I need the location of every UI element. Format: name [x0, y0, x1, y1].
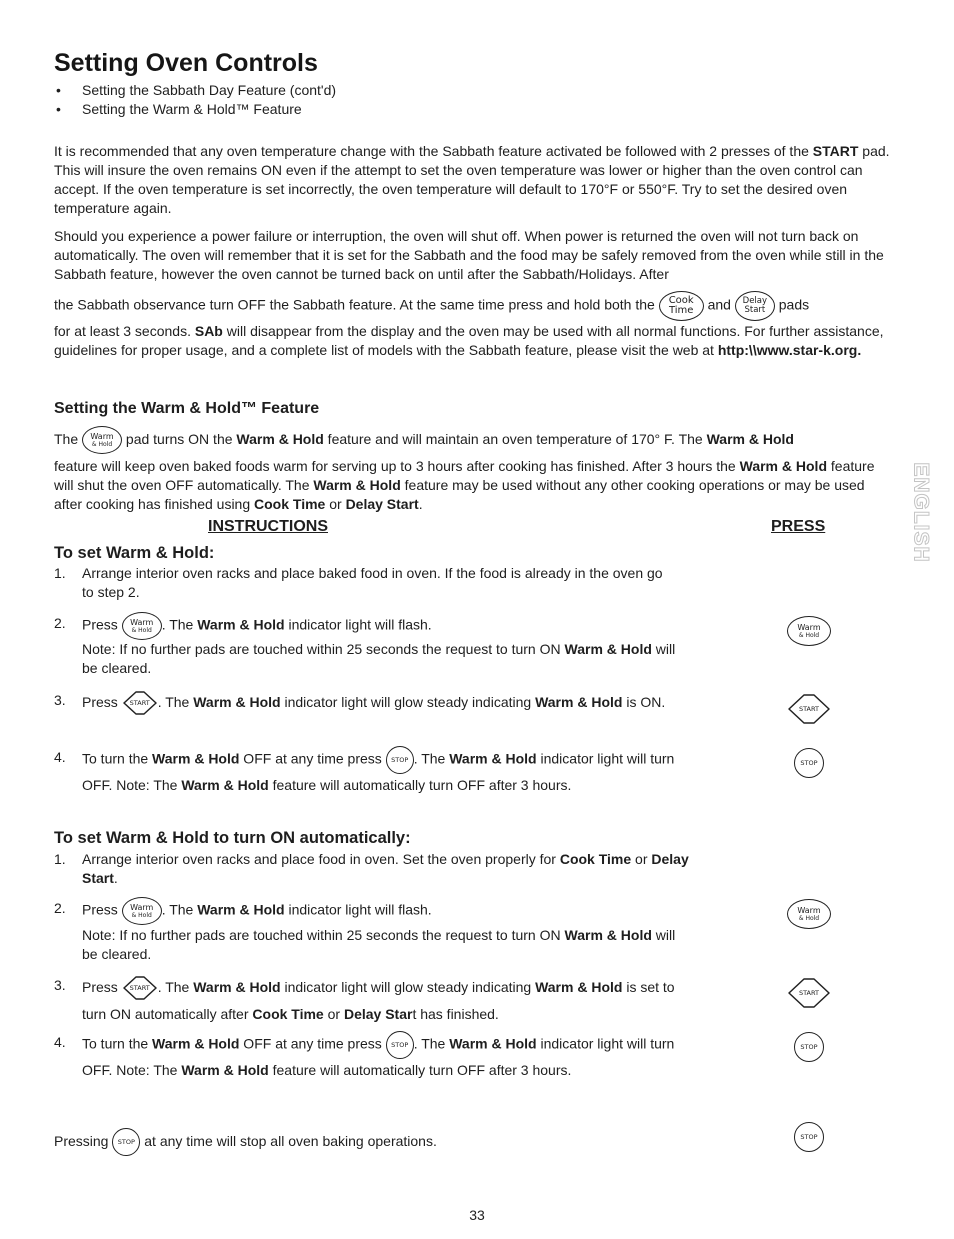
stop-pad-icon: STOP	[385, 1031, 414, 1059]
start-pad-icon: START	[122, 975, 158, 1001]
delay-start-pad-icon: Delay Start	[734, 291, 775, 321]
press-stop-button[interactable]: STOP	[786, 1122, 832, 1152]
sabbath-power-failure-paragraph: Should you experience a power failure or…	[54, 228, 884, 282]
page-number: 33	[469, 1207, 485, 1223]
press-stop-button[interactable]: STOP	[786, 748, 832, 778]
press-start-button[interactable]: START	[786, 693, 832, 725]
stop-pad-icon: STOP	[794, 748, 824, 778]
sabbath-exit-paragraph: for at least 3 seconds. SAb will disappe…	[54, 323, 884, 358]
topic-item: Setting the Sabbath Day Feature (cont'd)	[54, 81, 336, 100]
warm-hold-intro-line: The Warm & Hold pad turns ON the Warm & H…	[54, 426, 896, 455]
stop-pad-icon: STOP	[112, 1128, 141, 1157]
warm-hold-pad-icon: Warm & Hold	[82, 426, 123, 455]
warm-hold-pad-icon: Warm & Hold	[787, 616, 831, 646]
topic-item: Setting the Warm & Hold™ Feature	[54, 100, 336, 119]
stop-pad-icon: STOP	[794, 1032, 824, 1062]
sabbath-temperature-paragraph: It is recommended that any oven temperat…	[54, 143, 890, 216]
start-pad-icon: START	[787, 977, 831, 1009]
star-k-link[interactable]: http:\\www.star-k.org.	[718, 342, 861, 358]
page-title: Setting Oven Controls	[54, 49, 318, 77]
sabbath-exit-line: the Sabbath observance turn OFF the Sabb…	[54, 291, 896, 321]
warm-hold-intro-paragraph: feature will keep oven baked foods warm …	[54, 458, 875, 512]
warm-hold-heading: Setting the Warm & Hold™ Feature	[54, 400, 320, 417]
press-warm-hold-button[interactable]: Warm & Hold	[786, 616, 832, 646]
start-pad-icon: START	[122, 690, 158, 716]
warm-hold-pad-icon: Warm & Hold	[121, 612, 162, 640]
press-start-button[interactable]: START	[786, 977, 832, 1009]
topic-list: Setting the Sabbath Day Feature (cont'd)…	[54, 81, 336, 119]
press-stop-button[interactable]: STOP	[786, 1032, 832, 1062]
press-column-header: PRESS	[771, 518, 826, 535]
stop-all-note: Pressing STOP at any time will stop all …	[54, 1127, 896, 1157]
stop-pad-icon: STOP	[794, 1122, 824, 1152]
language-side-tab: ENGLISH	[909, 461, 933, 563]
warm-hold-pad-icon: Warm & Hold	[787, 899, 831, 929]
press-warm-hold-button[interactable]: Warm & Hold	[786, 899, 832, 929]
warm-hold-pad-icon: Warm & Hold	[121, 897, 162, 925]
section-heading-set-warm-hold: To set Warm & Hold:	[54, 544, 215, 562]
cook-time-pad-icon: Cook Time	[658, 291, 704, 321]
section-heading-auto-warm-hold: To set Warm & Hold to turn ON automatica…	[54, 829, 411, 847]
stop-pad-icon: STOP	[385, 746, 414, 774]
instructions-column-header: INSTRUCTIONS	[208, 518, 328, 535]
start-pad-icon: START	[787, 693, 831, 725]
